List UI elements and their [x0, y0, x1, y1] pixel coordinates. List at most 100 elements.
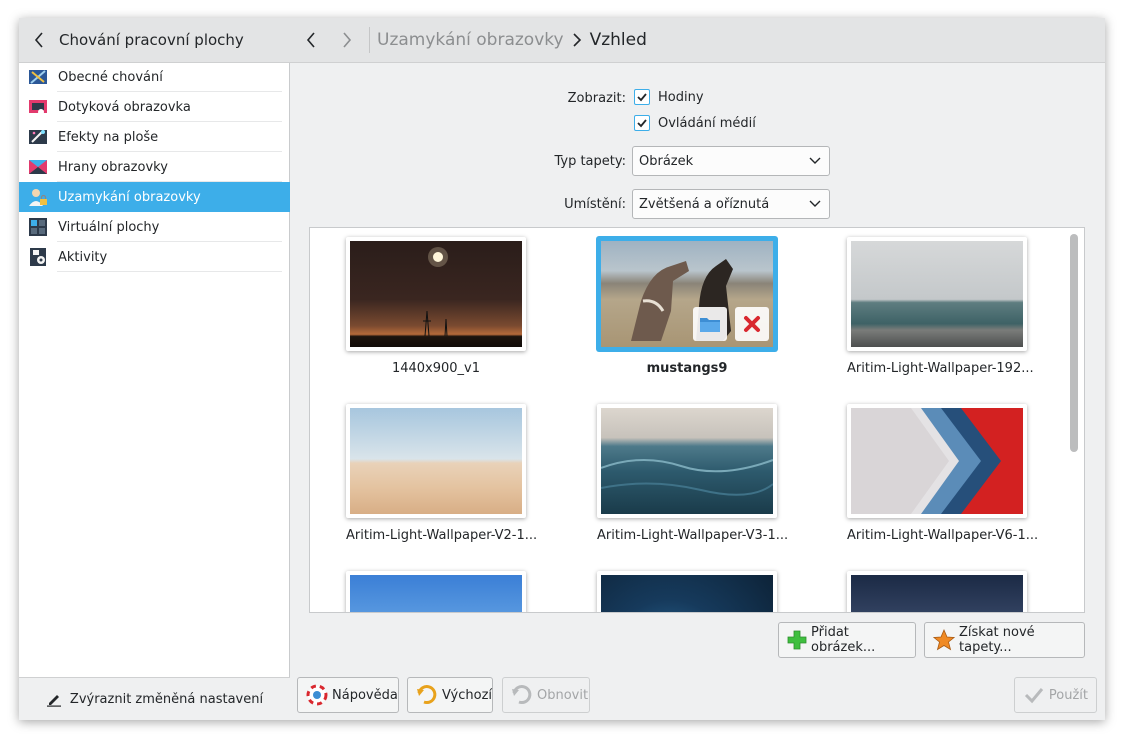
clock-checkbox[interactable]: Hodiny: [634, 89, 704, 105]
sidebar-title: Chování pracovní plochy: [59, 31, 244, 49]
wallpaper-gallery[interactable]: 1440x900_v1 mustangs9 Aritim-Light-Wallp…: [309, 227, 1085, 613]
wallpaper-caption: Aritim-Light-Wallpaper-V6-1...: [847, 528, 1039, 543]
apply-label: Použít: [1048, 687, 1088, 703]
wallpaper-image-seascape: [851, 241, 1023, 347]
position-label: Umístění:: [564, 196, 626, 212]
sidebar-item-general-behavior[interactable]: Obecné chování: [19, 62, 290, 92]
open-folder-button[interactable]: [693, 307, 727, 341]
wallpaper-frame: [346, 571, 526, 612]
wallpaper-image-aurora: [851, 575, 1023, 612]
wallpaper-caption: mustangs9: [646, 361, 728, 376]
wallpaper-image-ocean-wave: [601, 408, 773, 514]
wallpaper-thumb[interactable]: Aritim-Light-Wallpaper-V6-1...: [847, 404, 1039, 543]
sidebar-item-label: Obecné chování: [58, 69, 163, 85]
reset-icon: [511, 684, 533, 706]
help-icon: [306, 684, 328, 706]
wallpaper-thumb[interactable]: [847, 571, 1027, 612]
chevron-down-icon: [809, 200, 821, 207]
back-button[interactable]: [19, 18, 59, 63]
apply-button[interactable]: Použít: [1014, 677, 1097, 713]
wallpaper-image-chevrons: [851, 408, 1023, 514]
chevron-left-icon: [34, 32, 43, 48]
undo-icon: [416, 684, 438, 706]
wallpaper-thumb[interactable]: [597, 571, 777, 612]
wallpaper-frame: [597, 571, 777, 612]
wallpaper-caption: Aritim-Light-Wallpaper-V2-1...: [346, 528, 538, 543]
wallpaper-thumb[interactable]: Aritim-Light-Wallpaper-V3-1...: [597, 404, 789, 543]
sidebar-item-touchscreen[interactable]: Dotyková obrazovka: [19, 92, 290, 122]
wallpaper-type-select[interactable]: Obrázek: [632, 146, 830, 176]
sidebar-item-label: Virtuální plochy: [58, 219, 160, 235]
virtual-desktops-icon: [28, 217, 48, 237]
wallpaper-frame: [346, 404, 526, 518]
sidebar-item-label: Aktivity: [58, 249, 108, 265]
sidebar-item-desktop-effects[interactable]: Efekty na ploše: [19, 122, 290, 152]
nav-back-button[interactable]: [293, 18, 329, 63]
wallpaper-image-mustangs: [601, 241, 773, 347]
media-controls-checkbox[interactable]: Ovládání médií: [634, 115, 756, 131]
defaults-button[interactable]: Výchozí: [407, 677, 493, 713]
sidebar-item-label: Uzamykání obrazovky: [58, 189, 201, 205]
breadcrumb-divider: [369, 27, 370, 53]
wallpaper-thumb[interactable]: Aritim-Light-Wallpaper-192...: [847, 237, 1034, 376]
show-label: Zobrazit:: [567, 90, 626, 106]
breadcrumb-chevron-icon: [572, 33, 582, 47]
checkmark-icon: [637, 119, 647, 128]
highlight-changes-button[interactable]: Zvýraznit změněná nastavení: [19, 677, 290, 720]
position-row: Umístění:: [290, 194, 626, 214]
sidebar-item-label: Efekty na ploše: [58, 129, 159, 145]
sidebar-item-label: Hrany obrazovky: [58, 159, 168, 175]
reset-button[interactable]: Obnovit: [502, 677, 590, 713]
wallpaper-thumb[interactable]: Aritim-Light-Wallpaper-V2-1...: [346, 404, 538, 543]
add-image-button[interactable]: Přidat obrázek...: [778, 622, 916, 658]
wallpaper-image-blue-water: [350, 575, 522, 612]
wallpaper-image-night-sky: [350, 241, 522, 347]
sidebar-item-screen-edges[interactable]: Hrany obrazovky: [19, 152, 290, 182]
wallpaper-type-label: Typ tapety:: [554, 153, 626, 169]
screen-lock-icon: [28, 187, 48, 207]
folder-icon: [700, 318, 720, 332]
show-label-row: Zobrazit:: [290, 88, 626, 108]
sidebar-item-virtual-desktops[interactable]: Virtuální plochy: [19, 212, 290, 242]
sidebar-item-screen-lock[interactable]: Uzamykání obrazovky: [19, 182, 290, 212]
wallpaper-frame: [346, 237, 526, 351]
wallpaper-frame: [597, 237, 777, 351]
pen-icon: [46, 695, 61, 707]
wallpaper-image-dark-swirl: [601, 575, 773, 612]
defaults-label: Výchozí: [442, 687, 493, 703]
breadcrumb: Uzamykání obrazovky Vzhled: [290, 18, 1105, 63]
wallpaper-thumb[interactable]: [346, 571, 526, 612]
get-new-wallpapers-label: Získat nové tapety...: [959, 625, 1035, 655]
add-image-label: Přidat obrázek...: [811, 625, 876, 655]
get-new-wallpapers-button[interactable]: Získat nové tapety...: [924, 622, 1085, 658]
position-select[interactable]: Zvětšená a oříznutá: [632, 189, 830, 219]
sidebar: Chování pracovní plochy Obecné chování D…: [19, 18, 290, 720]
checkmark-icon: [1023, 684, 1045, 706]
chevron-right-icon: [343, 32, 352, 48]
help-label: Nápověda: [332, 687, 398, 703]
wallpaper-caption: 1440x900_v1: [391, 361, 481, 376]
chevron-down-icon: [809, 157, 821, 164]
gallery-scrollbar[interactable]: [1070, 234, 1078, 452]
wallpaper-frame: [847, 404, 1027, 518]
remove-wallpaper-button[interactable]: [735, 307, 769, 341]
wallpaper-thumb-selected[interactable]: mustangs9: [597, 237, 777, 376]
touchscreen-icon: [28, 97, 48, 117]
highlight-changes-label: Zvýraznit změněná nastavení: [69, 691, 264, 707]
media-controls-checkbox-box[interactable]: [634, 115, 650, 131]
wallpaper-image-desert: [350, 408, 522, 514]
general-behavior-icon: [28, 67, 48, 87]
reset-label: Obnovit: [537, 687, 589, 703]
wallpaper-caption: Aritim-Light-Wallpaper-V3-1...: [597, 528, 789, 543]
add-icon: [787, 629, 807, 651]
breadcrumb-parent[interactable]: Uzamykání obrazovky: [377, 30, 564, 50]
close-icon: [744, 316, 760, 332]
content-pane: Uzamykání obrazovky Vzhled Zobrazit: Hod…: [290, 18, 1105, 720]
help-button[interactable]: Nápověda: [297, 677, 399, 713]
clock-checkbox-box[interactable]: [634, 89, 650, 105]
sidebar-item-activities[interactable]: Aktivity: [19, 242, 290, 272]
activities-icon: [28, 247, 48, 267]
wallpaper-frame: [847, 571, 1027, 612]
nav-forward-button[interactable]: [329, 18, 365, 63]
wallpaper-thumb[interactable]: 1440x900_v1: [346, 237, 526, 376]
